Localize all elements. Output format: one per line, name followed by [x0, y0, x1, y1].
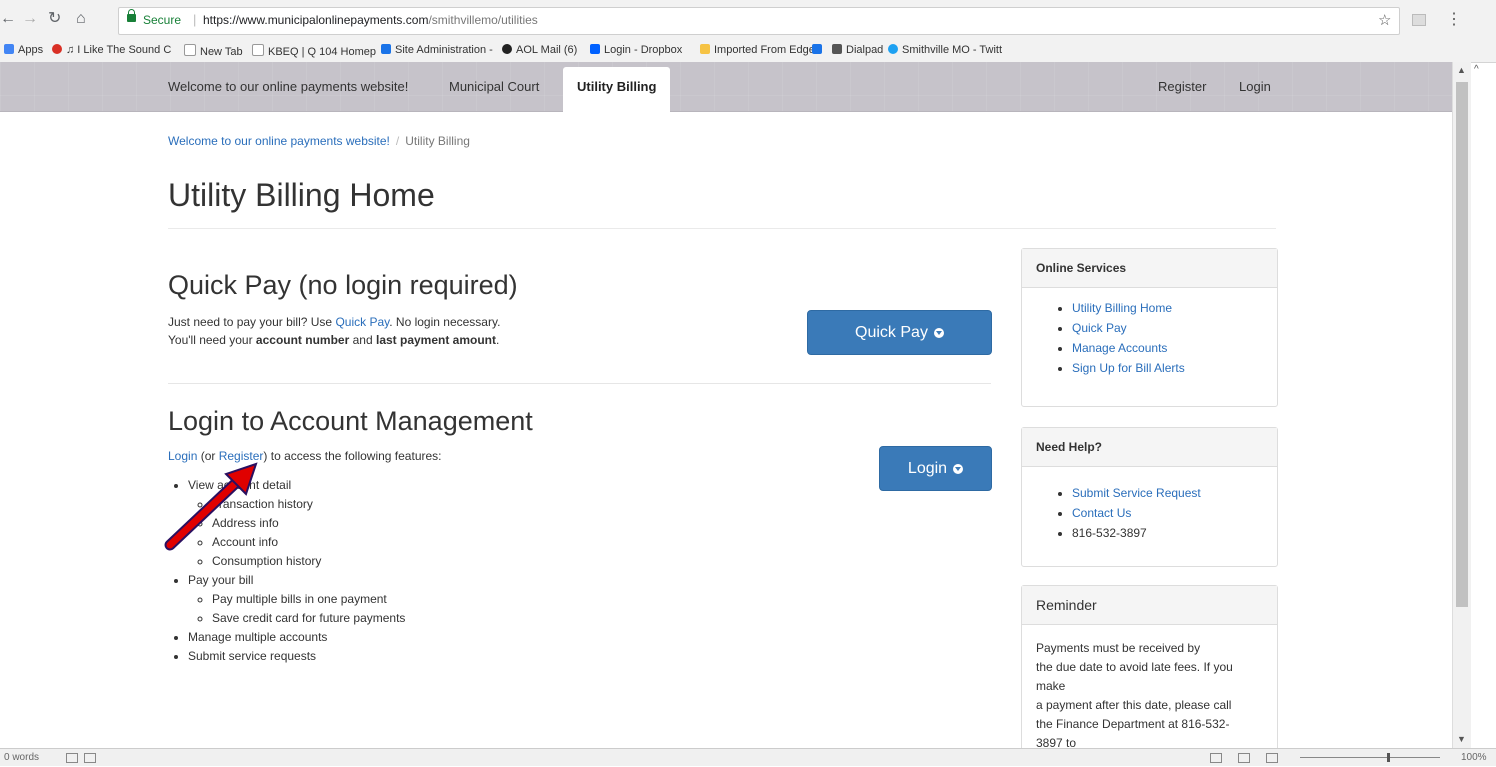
outer-scroll-up-icon[interactable]: ^ — [1474, 64, 1479, 75]
bookmark-apps[interactable]: Apps — [4, 44, 43, 56]
sidebar-link-contact-us[interactable]: Contact Us — [1072, 503, 1277, 523]
help-phone: 816-532-3897 — [1072, 523, 1277, 543]
reminder-panel: Reminder Payments must be received by th… — [1021, 585, 1278, 757]
circle-arrow-down-icon — [933, 327, 944, 338]
vertical-scrollbar[interactable]: ▲ ▼ — [1452, 62, 1471, 748]
sidebar-link-service-request[interactable]: Submit Service Request — [1072, 483, 1277, 503]
bookmarks-bar: Apps ♫ I Like The Sound C New Tab KBEQ |… — [0, 40, 1496, 62]
print-layout-icon[interactable] — [1238, 753, 1250, 763]
zoom-slider-knob[interactable] — [1387, 753, 1390, 762]
heart-icon — [52, 44, 62, 54]
page-title: Utility Billing Home — [168, 177, 435, 213]
address-bar[interactable]: Secure | https://www.municipalonlinepaym… — [118, 7, 1400, 35]
twitter-icon — [888, 44, 898, 54]
bookmark-kbeq[interactable]: KBEQ | Q 104 Homep — [252, 44, 376, 58]
nav-municipal-court[interactable]: Municipal Court — [449, 79, 539, 94]
circle-arrow-down-icon — [953, 463, 964, 474]
sidebar-link-utility-home[interactable]: Utility Billing Home — [1072, 298, 1277, 318]
forward-icon[interactable]: → — [22, 10, 38, 28]
sidebar-link-bill-alerts[interactable]: Sign Up for Bill Alerts — [1072, 358, 1277, 378]
breadcrumb-separator: / — [395, 134, 400, 148]
url-text[interactable]: https://www.municipalonlinepayments.com/… — [203, 13, 538, 27]
page-icon — [252, 44, 264, 56]
url-path: /smithvillemo/utilities — [428, 13, 538, 27]
proofing-icon — [66, 753, 78, 763]
bookmark-ilikethesound[interactable]: ♫ I Like The Sound C — [52, 44, 171, 56]
zoom-slider[interactable] — [1300, 757, 1440, 758]
nav-utility-billing[interactable]: Utility Billing — [563, 67, 670, 112]
annotation-arrow — [164, 462, 258, 551]
list-item: Pay your bill Pay multiple bills in one … — [188, 571, 405, 628]
secure-label: Secure — [143, 13, 182, 27]
nav-login[interactable]: Login — [1239, 79, 1271, 94]
word-count: 0 words — [4, 752, 40, 763]
sidebar-link-quick-pay[interactable]: Quick Pay — [1072, 318, 1277, 338]
quickpay-button[interactable]: Quick Pay — [807, 310, 992, 355]
nav-welcome[interactable]: Welcome to our online payments website! — [168, 79, 408, 94]
breadcrumb: Welcome to our online payments website! /… — [168, 134, 470, 148]
page-icon — [184, 44, 196, 56]
macro-icon — [84, 753, 96, 763]
title-divider — [168, 228, 1276, 229]
list-item: Manage multiple accounts — [188, 628, 405, 647]
login-button-label: Login — [907, 459, 948, 477]
quickpay-line1: Just need to pay your bill? Use Quick Pa… — [168, 315, 501, 329]
online-services-panel: Online Services Utility Billing Home Qui… — [1021, 248, 1278, 407]
site-navbar: Welcome to our online payments website! … — [0, 62, 1452, 112]
aol-icon — [502, 44, 512, 54]
menu-dots-icon[interactable]: ⋮ — [1446, 9, 1462, 29]
nav-register[interactable]: Register — [1158, 79, 1206, 94]
breadcrumb-current: Utility Billing — [405, 134, 470, 148]
nav-utility-billing-label: Utility Billing — [577, 79, 657, 94]
breadcrumb-home-link[interactable]: Welcome to our online payments website! — [168, 134, 390, 148]
zoom-level[interactable]: 100% — [1461, 752, 1487, 763]
online-services-title: Online Services — [1022, 249, 1277, 288]
apps-grid-icon — [4, 44, 14, 54]
reminder-body: Payments must be received by the due dat… — [1036, 641, 1233, 750]
scrollbar-thumb[interactable] — [1456, 82, 1468, 607]
bookmark-dialpad[interactable]: Dialpad — [832, 44, 883, 56]
sidebar-link-manage-accounts[interactable]: Manage Accounts — [1072, 338, 1277, 358]
status-bar: 0 words 100% — [0, 748, 1496, 766]
list-item: Submit service requests — [188, 647, 405, 666]
bookmark-aol[interactable]: AOL Mail (6) — [502, 44, 577, 56]
reload-icon[interactable]: ↻ — [48, 10, 61, 28]
bookmark-twitter[interactable]: Smithville MO - Twitt — [888, 44, 1002, 56]
home-icon[interactable]: ⌂ — [76, 10, 86, 28]
scroll-down-icon[interactable]: ▼ — [1457, 734, 1466, 744]
dialpad-icon — [832, 44, 842, 54]
lock-icon — [127, 9, 136, 22]
section-divider — [168, 383, 991, 384]
need-help-title: Need Help? — [1022, 428, 1277, 467]
bookmark-site-admin[interactable]: Site Administration - — [381, 44, 493, 56]
folder-icon — [700, 44, 710, 54]
web-layout-icon[interactable] — [1266, 753, 1278, 763]
read-mode-icon[interactable] — [1210, 753, 1222, 763]
quickpay-line2: You'll need your account number and last… — [168, 333, 500, 347]
url-host: https://www.municipalonlinepayments.com — [203, 13, 429, 27]
scroll-up-icon[interactable]: ▲ — [1457, 65, 1466, 75]
reminder-title: Reminder — [1022, 586, 1277, 625]
dropbox-icon — [590, 44, 600, 54]
login-heading: Login to Account Management — [168, 406, 533, 436]
login-button[interactable]: Login — [879, 446, 992, 491]
back-icon[interactable]: ← — [0, 10, 16, 28]
bookmark-site-2[interactable] — [812, 44, 826, 56]
bookmark-newtab[interactable]: New Tab — [184, 44, 243, 58]
need-help-panel: Need Help? Submit Service Request Contac… — [1021, 427, 1278, 567]
quickpay-heading: Quick Pay (no login required) — [168, 270, 518, 300]
extension-icon[interactable] — [1412, 14, 1426, 26]
list-item: Pay multiple bills in one payment — [212, 590, 405, 609]
bookmark-star-icon[interactable]: ☆ — [1378, 11, 1391, 29]
browser-chrome: ← → ↻ ⌂ Secure | https://www.municipalon… — [0, 0, 1496, 63]
url-separator: | — [193, 12, 197, 27]
address-row: ← → ↻ ⌂ Secure | https://www.municipalon… — [0, 0, 1496, 40]
list-item: Save credit card for future payments — [212, 609, 405, 628]
quickpay-inline-link[interactable]: Quick Pay — [335, 315, 389, 329]
bookmark-dropbox[interactable]: Login - Dropbox — [590, 44, 682, 56]
site-icon — [381, 44, 391, 54]
site-icon — [812, 44, 822, 54]
quickpay-button-label: Quick Pay — [855, 323, 928, 341]
bookmark-edge[interactable]: Imported From Edge — [700, 44, 815, 56]
